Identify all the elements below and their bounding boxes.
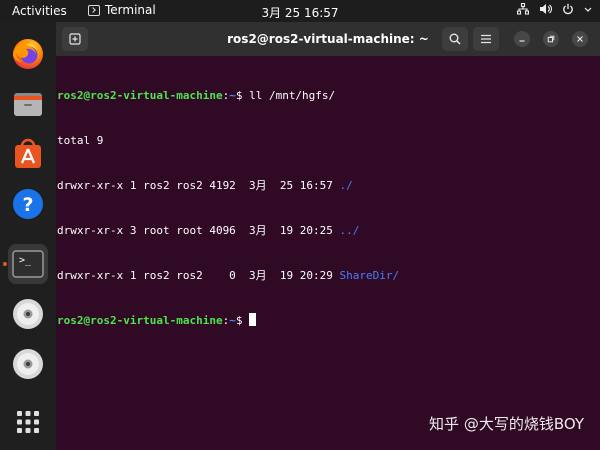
hamburger-menu-icon	[481, 34, 491, 44]
watermark: 知乎 @大写的烧钱BOY	[429, 415, 584, 433]
command-text: ll /mnt/hgfs/	[249, 89, 336, 102]
prompt-end: $	[235, 89, 250, 102]
output-total: total 9	[57, 134, 104, 147]
chevron-down-icon	[584, 7, 592, 12]
show-apps-icon	[17, 411, 39, 433]
help-icon: ?	[13, 189, 43, 219]
listing-row: drwxr-xr-x 3 root root 4096 3月 19 20:25 …	[57, 224, 360, 237]
command-line: ros2@ros2-virtual-machine:~$ ll /mnt/hgf…	[57, 89, 336, 102]
cd-drive-icon	[13, 299, 43, 329]
prompt-path: ~	[229, 314, 236, 327]
listing-row: drwxr-xr-x 1 ros2 ros2 4192 3月 25 16:57 …	[57, 179, 353, 192]
svg-text:?: ?	[22, 194, 33, 216]
text-cursor	[249, 313, 257, 326]
terminal-output[interactable]: ros2@ros2-virtual-machine:~$ ll /mnt/hgf…	[57, 58, 399, 358]
network-icon	[517, 3, 529, 15]
power-icon	[563, 3, 573, 15]
search-button[interactable]	[442, 27, 468, 51]
prompt-end: $	[235, 314, 250, 327]
listing-row: drwxr-xr-x 1 ros2 ros2 0 3月 19 20:29 Sha…	[57, 269, 400, 282]
header-bar[interactable]: ros2@ros2-virtual-machine: ~	[56, 22, 600, 56]
dir-name: ./	[339, 179, 353, 192]
maximize-button[interactable]	[543, 31, 559, 47]
dock-item-show-apps[interactable]	[8, 402, 48, 442]
dock-item-cd-drive-2[interactable]	[8, 344, 48, 384]
files-icon	[14, 93, 42, 116]
minimize-icon	[519, 40, 525, 42]
dir-name: ShareDir/	[339, 269, 400, 282]
prompt-path: ~	[229, 89, 236, 102]
dock-item-firefox[interactable]	[8, 34, 48, 74]
system-tray[interactable]	[517, 3, 592, 15]
close-button[interactable]	[572, 31, 588, 47]
close-icon	[577, 36, 583, 42]
terminal-window: ros2@ros2-virtual-machine: ~ ros2@ros2-v…	[56, 22, 600, 450]
prompt-user: ros2@ros2-virtual-machine	[57, 89, 223, 102]
running-indicator	[3, 262, 7, 266]
dock-item-help[interactable]: ?	[8, 184, 48, 224]
clock[interactable]: 3月 25 16:57	[0, 4, 600, 21]
terminal-icon-glyph: >_	[19, 255, 32, 266]
search-icon	[449, 33, 461, 45]
minimize-button[interactable]	[514, 31, 530, 47]
dock-item-software[interactable]	[8, 134, 48, 174]
current-prompt-line[interactable]: ros2@ros2-virtual-machine:~$	[57, 313, 399, 328]
restore-icon	[547, 35, 555, 43]
dir-name: ../	[339, 224, 360, 237]
menu-button[interactable]	[473, 27, 499, 51]
cd-drive-icon	[13, 349, 43, 379]
dock-item-files[interactable]	[8, 84, 48, 124]
dock-item-terminal[interactable]: >_	[8, 244, 48, 284]
volume-icon	[540, 4, 552, 14]
firefox-icon	[12, 39, 43, 69]
top-bar: Activities Terminal 3月 25 16:57	[0, 0, 600, 22]
software-icon	[15, 138, 41, 168]
dock: ? >_	[0, 22, 56, 450]
dock-item-cd-drive-1[interactable]	[8, 294, 48, 334]
prompt-user: ros2@ros2-virtual-machine	[57, 314, 223, 327]
